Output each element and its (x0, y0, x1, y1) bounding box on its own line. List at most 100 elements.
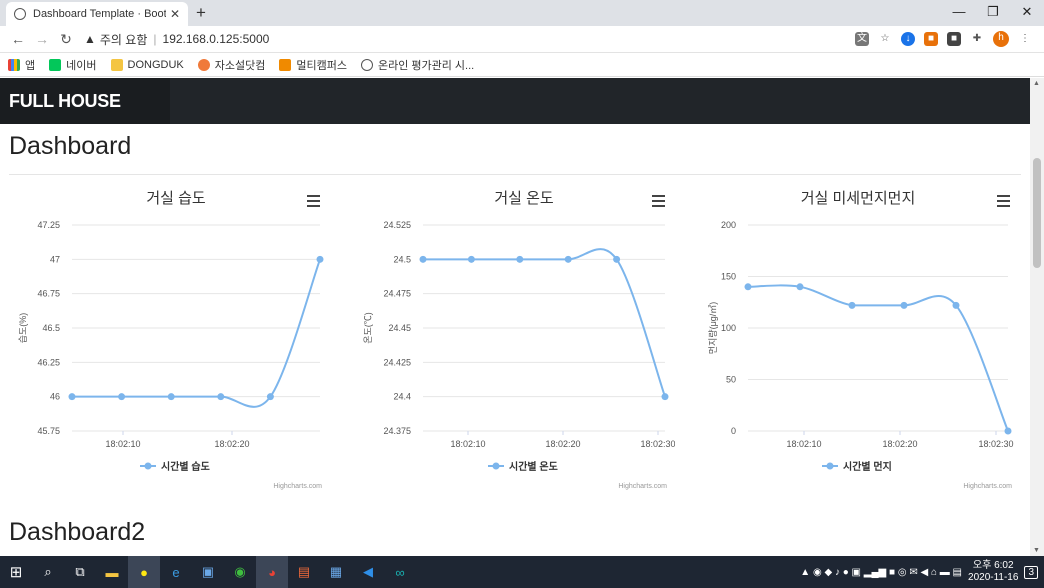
x-tick-label: 18:02:10 (450, 439, 485, 449)
apps-grid-icon (8, 58, 20, 71)
scrollbar-thumb[interactable] (1033, 158, 1041, 268)
translate-icon[interactable]: 文 (855, 32, 869, 46)
y-tick-label: 24.375 (383, 426, 411, 436)
chart-title: 거실 미세먼지먼지 (801, 190, 916, 207)
legend-label[interactable]: 시간별 온도 (509, 460, 558, 473)
vmware-icon[interactable]: ▦ (320, 556, 352, 588)
humidity-chart-svg: 거실 습도 47.25 47 46.75 46.5 46.25 46 45.75 습도(%) 18… (18, 190, 324, 490)
y-tick-label: 100 (721, 323, 736, 333)
chart-credit[interactable]: Highcharts.com (963, 483, 1012, 490)
x-tick-label: 18:02:20 (882, 439, 917, 449)
star-icon[interactable]: ☆ (878, 32, 892, 46)
data-point (516, 255, 524, 263)
address-bar[interactable]: ▲ 주의 요함 | 192.168.0.125:5000 (78, 31, 855, 48)
address-separator: | (153, 32, 157, 46)
menu-bar (997, 200, 1010, 202)
windows-taskbar: ⊞ ⌕ ⧉ ▬ ● e ▣ ◉ ◕ ▤ ▦ ◀ ∞ ▲ ◉ ◆ ♪ ● ▣ ▂▄… (0, 556, 1044, 588)
legend-label[interactable]: 시간별 습도 (161, 460, 210, 473)
y-tick-label: 45.75 (37, 426, 60, 436)
data-point (217, 393, 225, 401)
bookmark-jasoseol[interactable]: 자소설닷컴 (197, 57, 265, 73)
bookmark-naver[interactable]: 네이버 (49, 57, 97, 73)
globe-icon (14, 8, 26, 20)
notification-icon[interactable]: 3 (1024, 565, 1038, 579)
menu-bar (997, 195, 1010, 197)
extension-dark-icon[interactable]: ■ (947, 32, 961, 46)
menu-bar (997, 205, 1010, 207)
puzzle-icon[interactable]: ✚ (970, 32, 984, 46)
chart-title: 거실 온도 (494, 190, 554, 207)
chrome-icon[interactable]: ◕ (256, 556, 288, 588)
brand-logo[interactable]: FULL HOUSE (0, 78, 170, 124)
app-green-icon[interactable]: ◉ (224, 556, 256, 588)
vscode-icon[interactable]: ◀ (352, 556, 384, 588)
scroll-down-icon[interactable]: ▼ (1033, 547, 1040, 554)
chart-menu-icon[interactable] (652, 195, 665, 207)
y-tick-label: 150 (721, 272, 736, 282)
chart-menu-icon[interactable] (997, 195, 1010, 207)
extension-orange-icon[interactable]: ■ (924, 32, 938, 46)
bookmark-online-eval[interactable]: 온라인 평가관리 시... (360, 57, 474, 73)
extension-blue-icon[interactable]: ↓ (901, 32, 915, 46)
edge-icon[interactable]: e (160, 556, 192, 588)
folder-icon (110, 58, 123, 71)
app-icon[interactable]: ▣ (192, 556, 224, 588)
browser-tab[interactable]: Dashboard Template · Bootstrap ✕ (6, 2, 188, 26)
chart-dust: 거실 미세먼지먼지 200 150 100 50 0 먼지량(μg/㎥) 18:02:10 18… (700, 175, 1020, 515)
clock-time: 오후 6:02 (972, 560, 1014, 571)
warning-icon: ▲ (84, 32, 96, 46)
close-window-icon[interactable]: ✕ (1010, 0, 1044, 24)
globe-icon (360, 58, 373, 71)
y-tick-label: 0 (731, 426, 736, 436)
reload-icon[interactable]: ↻ (54, 31, 78, 48)
y-tick-label: 24.4 (393, 392, 411, 402)
legend-symbol-marker (492, 462, 500, 470)
tray-icons[interactable]: ▲ ◉ ◆ ♪ ● ▣ ▂▄▆ ■ ◎ ✉ ◀ ⌂ ▬ ▤ (800, 567, 962, 578)
windows-start-icon[interactable]: ⊞ (0, 556, 32, 588)
scroll-up-icon[interactable]: ▲ (1033, 80, 1040, 87)
restore-icon[interactable]: ❐ (976, 0, 1010, 24)
y-tick-label: 24.475 (383, 289, 411, 299)
clock-date: 2020-11-16 (968, 572, 1019, 583)
data-point (118, 393, 126, 401)
bookmark-dongduk[interactable]: DONGDUK (110, 58, 184, 71)
powerpoint-icon[interactable]: ▤ (288, 556, 320, 588)
system-tray: ▲ ◉ ◆ ♪ ● ▣ ▂▄▆ ■ ◎ ✉ ◀ ⌂ ▬ ▤ 오후 6:02 20… (800, 560, 1044, 584)
legend-label[interactable]: 시간별 먼지 (843, 460, 892, 473)
x-tick-label: 18:02:20 (545, 439, 580, 449)
file-explorer-icon[interactable]: ▬ (96, 556, 128, 588)
new-tab-button[interactable]: + (196, 3, 206, 23)
menu-bar (652, 195, 665, 197)
profile-avatar[interactable]: h (993, 31, 1009, 47)
data-point (419, 255, 427, 263)
menu-bar (307, 205, 320, 207)
task-view-icon[interactable]: ⧉ (64, 556, 96, 588)
chart-credit[interactable]: Highcharts.com (618, 483, 667, 490)
clock[interactable]: 오후 6:02 2020-11-16 (968, 560, 1018, 584)
chart-credit[interactable]: Highcharts.com (273, 483, 322, 490)
back-icon[interactable]: ← (6, 31, 30, 47)
pen-icon (197, 58, 210, 71)
data-point (564, 255, 572, 263)
data-point (848, 301, 856, 309)
bookmark-multicampus[interactable]: 멀티캠퍼스 (279, 57, 347, 73)
bookmark-apps[interactable]: 앱 (8, 57, 35, 73)
naver-icon (49, 58, 62, 71)
minimize-icon[interactable]: — (942, 0, 976, 24)
chart-menu-icon[interactable] (307, 195, 320, 207)
x-tick-label: 18:02:30 (978, 439, 1013, 449)
arduino-icon[interactable]: ∞ (384, 556, 416, 588)
forward-icon[interactable]: → (30, 31, 54, 47)
menu-dots-icon[interactable]: ⋮ (1018, 32, 1032, 46)
x-tick-label: 18:02:10 (105, 439, 140, 449)
bookmark-label: 멀티캠퍼스 (296, 59, 347, 72)
search-icon[interactable]: ⌕ (32, 556, 64, 588)
close-tab-icon[interactable]: ✕ (170, 7, 180, 21)
data-point (467, 255, 475, 263)
data-point (744, 283, 752, 291)
kakaotalk-icon[interactable]: ● (128, 556, 160, 588)
y-axis-label: 먼지량(μg/㎥) (707, 302, 718, 355)
bookmarks-bar: 앱 네이버 DONGDUK 자소설닷컴 멀티캠퍼스 온라인 평가관리 시... (0, 53, 1044, 77)
url-text: 192.168.0.125:5000 (162, 32, 270, 46)
page-scrollbar[interactable]: ▲ ▼ (1030, 78, 1044, 556)
